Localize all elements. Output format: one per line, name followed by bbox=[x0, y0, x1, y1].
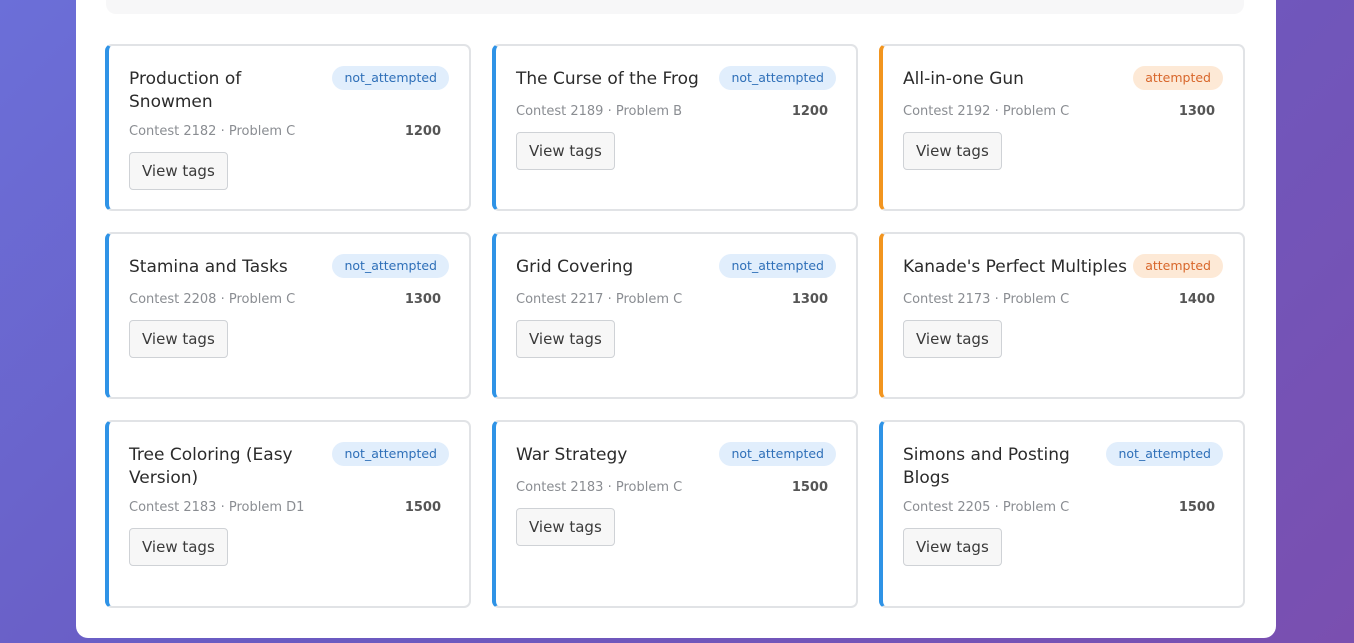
view-tags-button[interactable]: View tags bbox=[516, 508, 615, 546]
problem-title[interactable]: Tree Coloring (Easy Version) bbox=[129, 444, 299, 490]
view-tags-button[interactable]: View tags bbox=[903, 528, 1002, 566]
problem-title[interactable]: The Curse of the Frog bbox=[516, 68, 699, 91]
view-tags-button[interactable]: View tags bbox=[129, 528, 228, 566]
status-badge: not_attempted bbox=[332, 442, 449, 466]
problem-card: War Strategy not_attempted Contest 2183 … bbox=[492, 420, 858, 608]
problem-title[interactable]: Kanade's Perfect Multiples bbox=[903, 256, 1127, 279]
view-tags-button[interactable]: View tags bbox=[516, 132, 615, 170]
view-tags-button[interactable]: View tags bbox=[129, 152, 228, 190]
contest-problem-label: Contest 2189 · Problem B bbox=[516, 104, 683, 119]
problem-card: The Curse of the Frog not_attempted Cont… bbox=[492, 44, 858, 211]
problem-rating: 1300 bbox=[1178, 104, 1215, 119]
status-badge: not_attempted bbox=[1106, 442, 1223, 466]
problem-rating: 1300 bbox=[791, 292, 828, 307]
view-tags-button[interactable]: View tags bbox=[516, 320, 615, 358]
status-badge: not_attempted bbox=[719, 254, 836, 278]
problem-rating: 1400 bbox=[1178, 292, 1215, 307]
problem-title[interactable]: War Strategy bbox=[516, 444, 627, 467]
problems-panel: Production of Snowmen not_attempted Cont… bbox=[76, 0, 1276, 638]
problem-card: Stamina and Tasks not_attempted Contest … bbox=[105, 232, 471, 399]
problem-card: All-in-one Gun attempted Contest 2192 · … bbox=[879, 44, 1245, 211]
status-badge: not_attempted bbox=[719, 442, 836, 466]
problem-rating: 1500 bbox=[404, 500, 441, 515]
problem-card: Production of Snowmen not_attempted Cont… bbox=[105, 44, 471, 211]
contest-problem-label: Contest 2208 · Problem C bbox=[129, 292, 296, 307]
problem-title[interactable]: Simons and Posting Blogs bbox=[903, 444, 1083, 490]
status-badge: not_attempted bbox=[719, 66, 836, 90]
status-badge: attempted bbox=[1133, 254, 1223, 278]
view-tags-button[interactable]: View tags bbox=[903, 132, 1002, 170]
problem-rating: 1200 bbox=[404, 124, 441, 139]
problem-card: Simons and Posting Blogs not_attempted C… bbox=[879, 420, 1245, 608]
problem-title[interactable]: Production of Snowmen bbox=[129, 68, 329, 114]
problem-rating: 1300 bbox=[404, 292, 441, 307]
problem-rating: 1500 bbox=[1178, 500, 1215, 515]
problem-title[interactable]: Grid Covering bbox=[516, 256, 633, 279]
contest-problem-label: Contest 2183 · Problem D1 bbox=[129, 500, 305, 515]
contest-problem-label: Contest 2173 · Problem C bbox=[903, 292, 1070, 307]
problem-card: Grid Covering not_attempted Contest 2217… bbox=[492, 232, 858, 399]
problem-title[interactable]: All-in-one Gun bbox=[903, 68, 1024, 91]
contest-problem-label: Contest 2182 · Problem C bbox=[129, 124, 296, 139]
filter-bar-bottom-edge bbox=[106, 0, 1244, 14]
contest-problem-label: Contest 2192 · Problem C bbox=[903, 104, 1070, 119]
problem-card: Tree Coloring (Easy Version) not_attempt… bbox=[105, 420, 471, 608]
problem-rating: 1200 bbox=[791, 104, 828, 119]
problem-title[interactable]: Stamina and Tasks bbox=[129, 256, 288, 279]
contest-problem-label: Contest 2217 · Problem C bbox=[516, 292, 683, 307]
contest-problem-label: Contest 2183 · Problem C bbox=[516, 480, 683, 495]
problem-card-grid: Production of Snowmen not_attempted Cont… bbox=[105, 44, 1245, 608]
problem-rating: 1500 bbox=[791, 480, 828, 495]
problem-card: Kanade's Perfect Multiples attempted Con… bbox=[879, 232, 1245, 399]
view-tags-button[interactable]: View tags bbox=[903, 320, 1002, 358]
status-badge: not_attempted bbox=[332, 254, 449, 278]
contest-problem-label: Contest 2205 · Problem C bbox=[903, 500, 1070, 515]
view-tags-button[interactable]: View tags bbox=[129, 320, 228, 358]
status-badge: attempted bbox=[1133, 66, 1223, 90]
status-badge: not_attempted bbox=[332, 66, 449, 90]
